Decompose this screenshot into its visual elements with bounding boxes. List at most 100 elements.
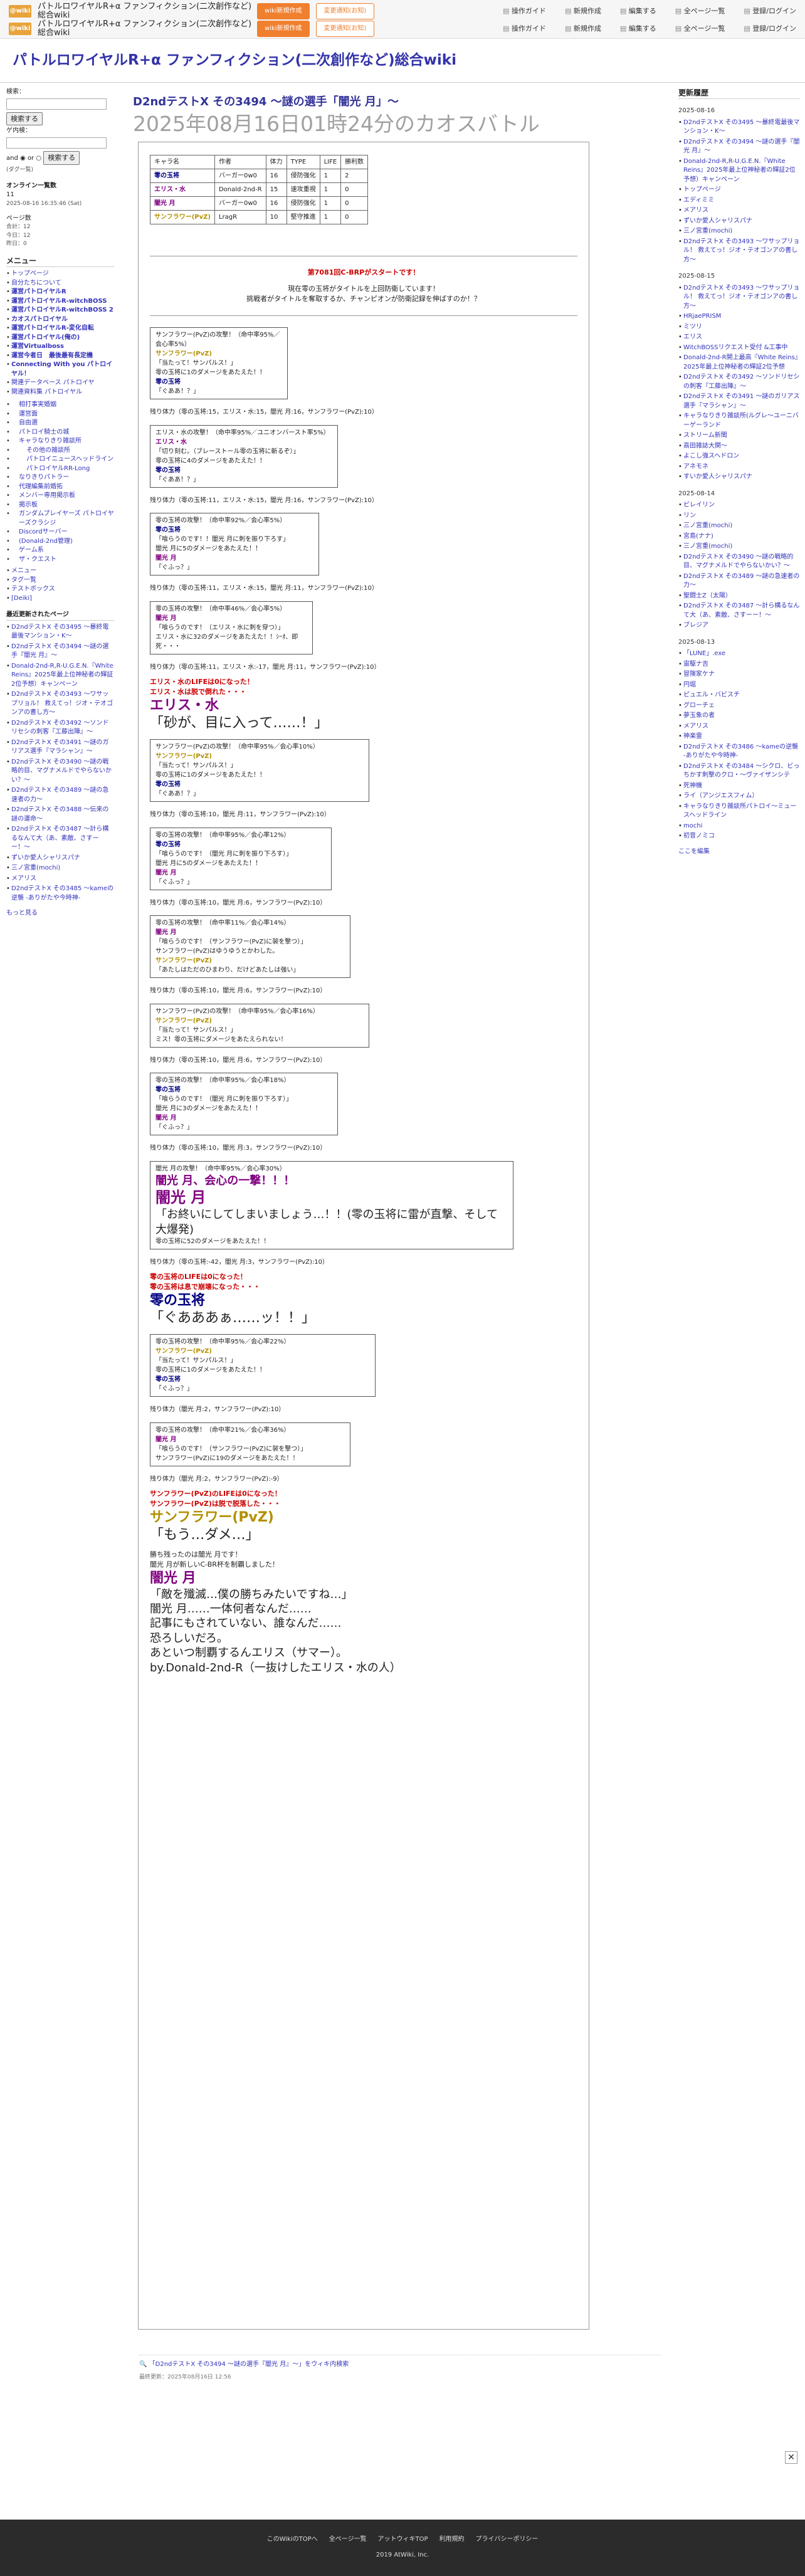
recent-link[interactable]: D2ndテストX その3489 〜謎の急速者の力〜 — [11, 787, 108, 803]
history-link[interactable]: よこし強スヘドロン — [683, 453, 739, 460]
recent-link[interactable]: D2ndテストX その3492 〜ソンドリセシの刺客『工藤出陣』〜 — [11, 720, 108, 736]
menu-link[interactable]: 運営パトロイヤルR-変化自転 — [11, 325, 94, 332]
nav-all-pages-2[interactable]: 全ページ一覧 — [675, 24, 725, 34]
history-link[interactable]: HRjaePRISM — [683, 313, 721, 320]
nav-edit-2[interactable]: 編集する — [620, 24, 656, 34]
menu-sub-link[interactable]: ゲーム系 — [19, 547, 44, 554]
history-link[interactable]: アネモネ — [683, 463, 708, 470]
recent-link[interactable]: メアリス — [11, 875, 36, 882]
history-link[interactable]: 神楽霊 — [683, 733, 702, 740]
recent-link[interactable]: 三ノ宮重(mochi) — [11, 865, 60, 871]
history-link[interactable]: WitchBOSSリクエスト受付 &工事中 — [683, 344, 787, 351]
more-link-text[interactable]: もっと見る — [6, 910, 38, 917]
footer-link[interactable]: アットウィキTOP — [378, 2535, 428, 2545]
footer-link[interactable]: このWikiのTOPへ — [267, 2535, 318, 2545]
menu-sub-link[interactable]: パトロイニュースヘッドライン — [26, 456, 113, 463]
search-button[interactable]: 検索する — [6, 112, 43, 126]
history-link[interactable]: 宮島(ナナ) — [683, 533, 713, 540]
nav-all-pages[interactable]: 全ページ一覧 — [675, 6, 725, 16]
history-link[interactable]: D2ndテストX その3489 〜謎の急速者の力〜 — [683, 573, 799, 589]
history-link[interactable]: 夢玉象の者 — [683, 712, 715, 719]
history-link[interactable]: D2ndテストX その3486 〜kameの逆襲 -ありがたや今時神- — [683, 744, 798, 760]
history-link[interactable]: キャラなりきり雑談所パトロイ〜ミュースヘッドライン — [683, 803, 796, 819]
site-name[interactable]: パトルロワイヤルR+α ファンフィクション(二次創作など)総合wiki — [38, 3, 257, 20]
menu-sub-link[interactable]: 自由選 — [19, 419, 38, 426]
history-link[interactable]: D2ndテストX その3493 〜ワサップリョル！ 救えてっ！ジオ・テオゴンアの… — [683, 238, 799, 263]
history-link[interactable]: ブレジア — [683, 622, 708, 629]
history-link[interactable]: ストリーム新聞 — [683, 432, 727, 439]
history-link[interactable]: すいか愛人シャリスパナ — [683, 473, 752, 480]
nav-edit[interactable]: 編集する — [620, 6, 656, 16]
recent-link[interactable]: ずいか愛人シャリスパナ — [11, 854, 80, 861]
notify-button[interactable]: 変更通知(お知) — [315, 3, 375, 19]
history-link[interactable]: 死神機 — [683, 782, 702, 789]
tag-list-link[interactable]: (ダグ一覧) — [6, 166, 114, 174]
menu-tail-link[interactable]: [Deiki] — [11, 595, 32, 602]
and-radio[interactable]: ◉ — [20, 155, 26, 162]
history-link[interactable]: D2ndテストX その3495 〜暴終電最後マンション・K〜 — [683, 119, 799, 135]
menu-tail-link[interactable]: テストボックス — [11, 586, 55, 592]
nav-new[interactable]: 新規作成 — [565, 6, 601, 16]
history-link[interactable]: D2ndテストX その3493 〜ワサップリョル！ 救えてっ！ジオ・テオゴンアの… — [683, 285, 799, 310]
history-link[interactable]: D2ndテストX その3494 〜謎の選手『闇光 月』〜 — [683, 139, 799, 155]
history-link[interactable]: 円堀 — [683, 681, 696, 688]
history-link[interactable]: 三ノ宮重(mochi) — [683, 228, 732, 234]
history-link[interactable]: メアリス — [683, 207, 708, 214]
site-name-2[interactable]: パトルロワイヤルR+α ファンフィクション(二次創作など)総合wiki — [38, 20, 257, 38]
menu-link[interactable]: トップページ — [11, 270, 49, 277]
history-link[interactable]: Donald-2nd-R,R-U.G.E.N.『White Reins』2025… — [683, 158, 796, 183]
footer-link[interactable]: プライバシーポリシー — [476, 2535, 539, 2545]
history-link[interactable]: D2ndテストX その3487 〜計ら構るなんて大（あ、素敵、さすーー！〜 — [683, 602, 799, 619]
menu-tail-link[interactable]: タグ一覧 — [11, 577, 36, 584]
menu-sub-link[interactable]: (Donald-2nd管理) — [19, 538, 73, 545]
history-link[interactable]: トップページ — [683, 186, 721, 193]
menu-link[interactable]: Connecting With you パトロイヤル！ — [11, 361, 112, 377]
recent-link[interactable]: Donald-2nd-R,R-U.G.E.N.『White Reins』2025… — [11, 663, 113, 688]
history-link[interactable]: D2ndテストX その3484 〜シクロ、ビっちかす刺撃のクロ・〜ヴァイザンシテ — [683, 763, 799, 779]
menu-sub-link[interactable]: ガンダムプレイヤーズ パトロイヤーズクラシジ — [19, 510, 114, 527]
menu-link[interactable]: 運営Virtualboss — [11, 343, 64, 350]
history-link[interactable]: グローチェ — [683, 702, 715, 709]
edit-link[interactable]: ここを編集 — [678, 848, 800, 857]
menu-sub-link[interactable]: パトロイヤルRR-Long — [26, 465, 90, 472]
nav-login-2[interactable]: 登録/ログイン — [744, 24, 796, 34]
menu-sub-link[interactable]: キャラなりきり雑談所 — [19, 438, 82, 444]
menu-link[interactable]: 運営パトロイヤルR-witchBOSS — [11, 298, 107, 305]
history-link[interactable]: キャラなりきり雑談所(ルグレ〜ユーニバーゲーランド — [683, 413, 799, 429]
history-link[interactable]: ピュエル・バビスチ — [683, 691, 740, 698]
history-link[interactable]: 三ノ宮重(mochi) — [683, 522, 732, 529]
recent-link[interactable]: D2ndテストX その3488 〜伝来の謎の運命〜 — [11, 806, 108, 823]
search-in-wiki-text[interactable]: 「D2ndテストX その3494 〜謎の選手『闇光 月』〜」をウィキ内検索 — [149, 2361, 349, 2368]
history-link[interactable]: D2ndテストX その3490 〜謎の戦略的目、マグナメルドでやらないかい？〜 — [683, 554, 793, 570]
menu-link[interactable]: 関連資料集 パトロイヤル — [11, 389, 82, 396]
menu-sub-link[interactable]: 掲示板 — [19, 502, 38, 508]
nav-login[interactable]: 登録/ログイン — [744, 6, 796, 16]
history-link[interactable]: ライ（アンジエスフィム） — [683, 792, 758, 799]
menu-link[interactable]: 運営パトロイヤル(俺の) — [11, 334, 80, 341]
menu-link[interactable]: 運営今者日 最後最有長定機 — [11, 352, 93, 359]
history-link[interactable]: エディミミ — [683, 197, 714, 204]
history-link[interactable]: 初音ノミコ — [683, 833, 715, 839]
recent-link[interactable]: D2ndテストX その3495 〜暴終電最後マンション・K〜 — [11, 624, 108, 640]
history-link[interactable]: メアリス — [683, 723, 708, 730]
history-link[interactable]: エリス — [683, 334, 702, 340]
history-link[interactable]: ずいか愛人シャリスパナ — [683, 218, 752, 224]
close-icon[interactable]: ✕ — [785, 2451, 797, 2464]
recent-link[interactable]: D2ndテストX その3485 〜kameの逆襲 -ありがたや今時神- — [11, 885, 113, 902]
menu-link[interactable]: 関連データベース パトロイヤ — [11, 379, 95, 386]
history-link[interactable]: ミツリ — [683, 323, 702, 330]
history-link[interactable]: 冒険家ケナ — [683, 671, 715, 678]
footer-link[interactable]: 利用規約 — [439, 2535, 465, 2545]
history-link[interactable]: mochi — [683, 823, 702, 829]
history-link[interactable]: ビレイリン — [683, 502, 715, 508]
recent-link[interactable]: D2ndテストX その3494 〜謎の選手『闇光 月』〜 — [11, 643, 108, 660]
menu-link[interactable]: カオスパトロイヤル — [11, 316, 68, 323]
atwiki-logo-2[interactable]: @wiki — [9, 23, 31, 35]
history-link[interactable]: D2ndテストX その3491 〜謎のガリアス選手『マラシャン』〜 — [683, 393, 799, 409]
menu-sub-link[interactable]: ザ・クエスト — [19, 556, 56, 563]
menu-tail-link[interactable]: メニュー — [11, 567, 36, 574]
recent-link[interactable]: D2ndテストX その3493 〜ワサップリョル！ 救えてっ！ジオ・テオゴンアの… — [11, 691, 113, 716]
history-link[interactable]: 高田雑誌大関〜 — [683, 443, 727, 449]
nav-guide[interactable]: 操作ガイド — [503, 6, 546, 16]
nav-guide-2[interactable]: 操作ガイド — [503, 24, 546, 34]
